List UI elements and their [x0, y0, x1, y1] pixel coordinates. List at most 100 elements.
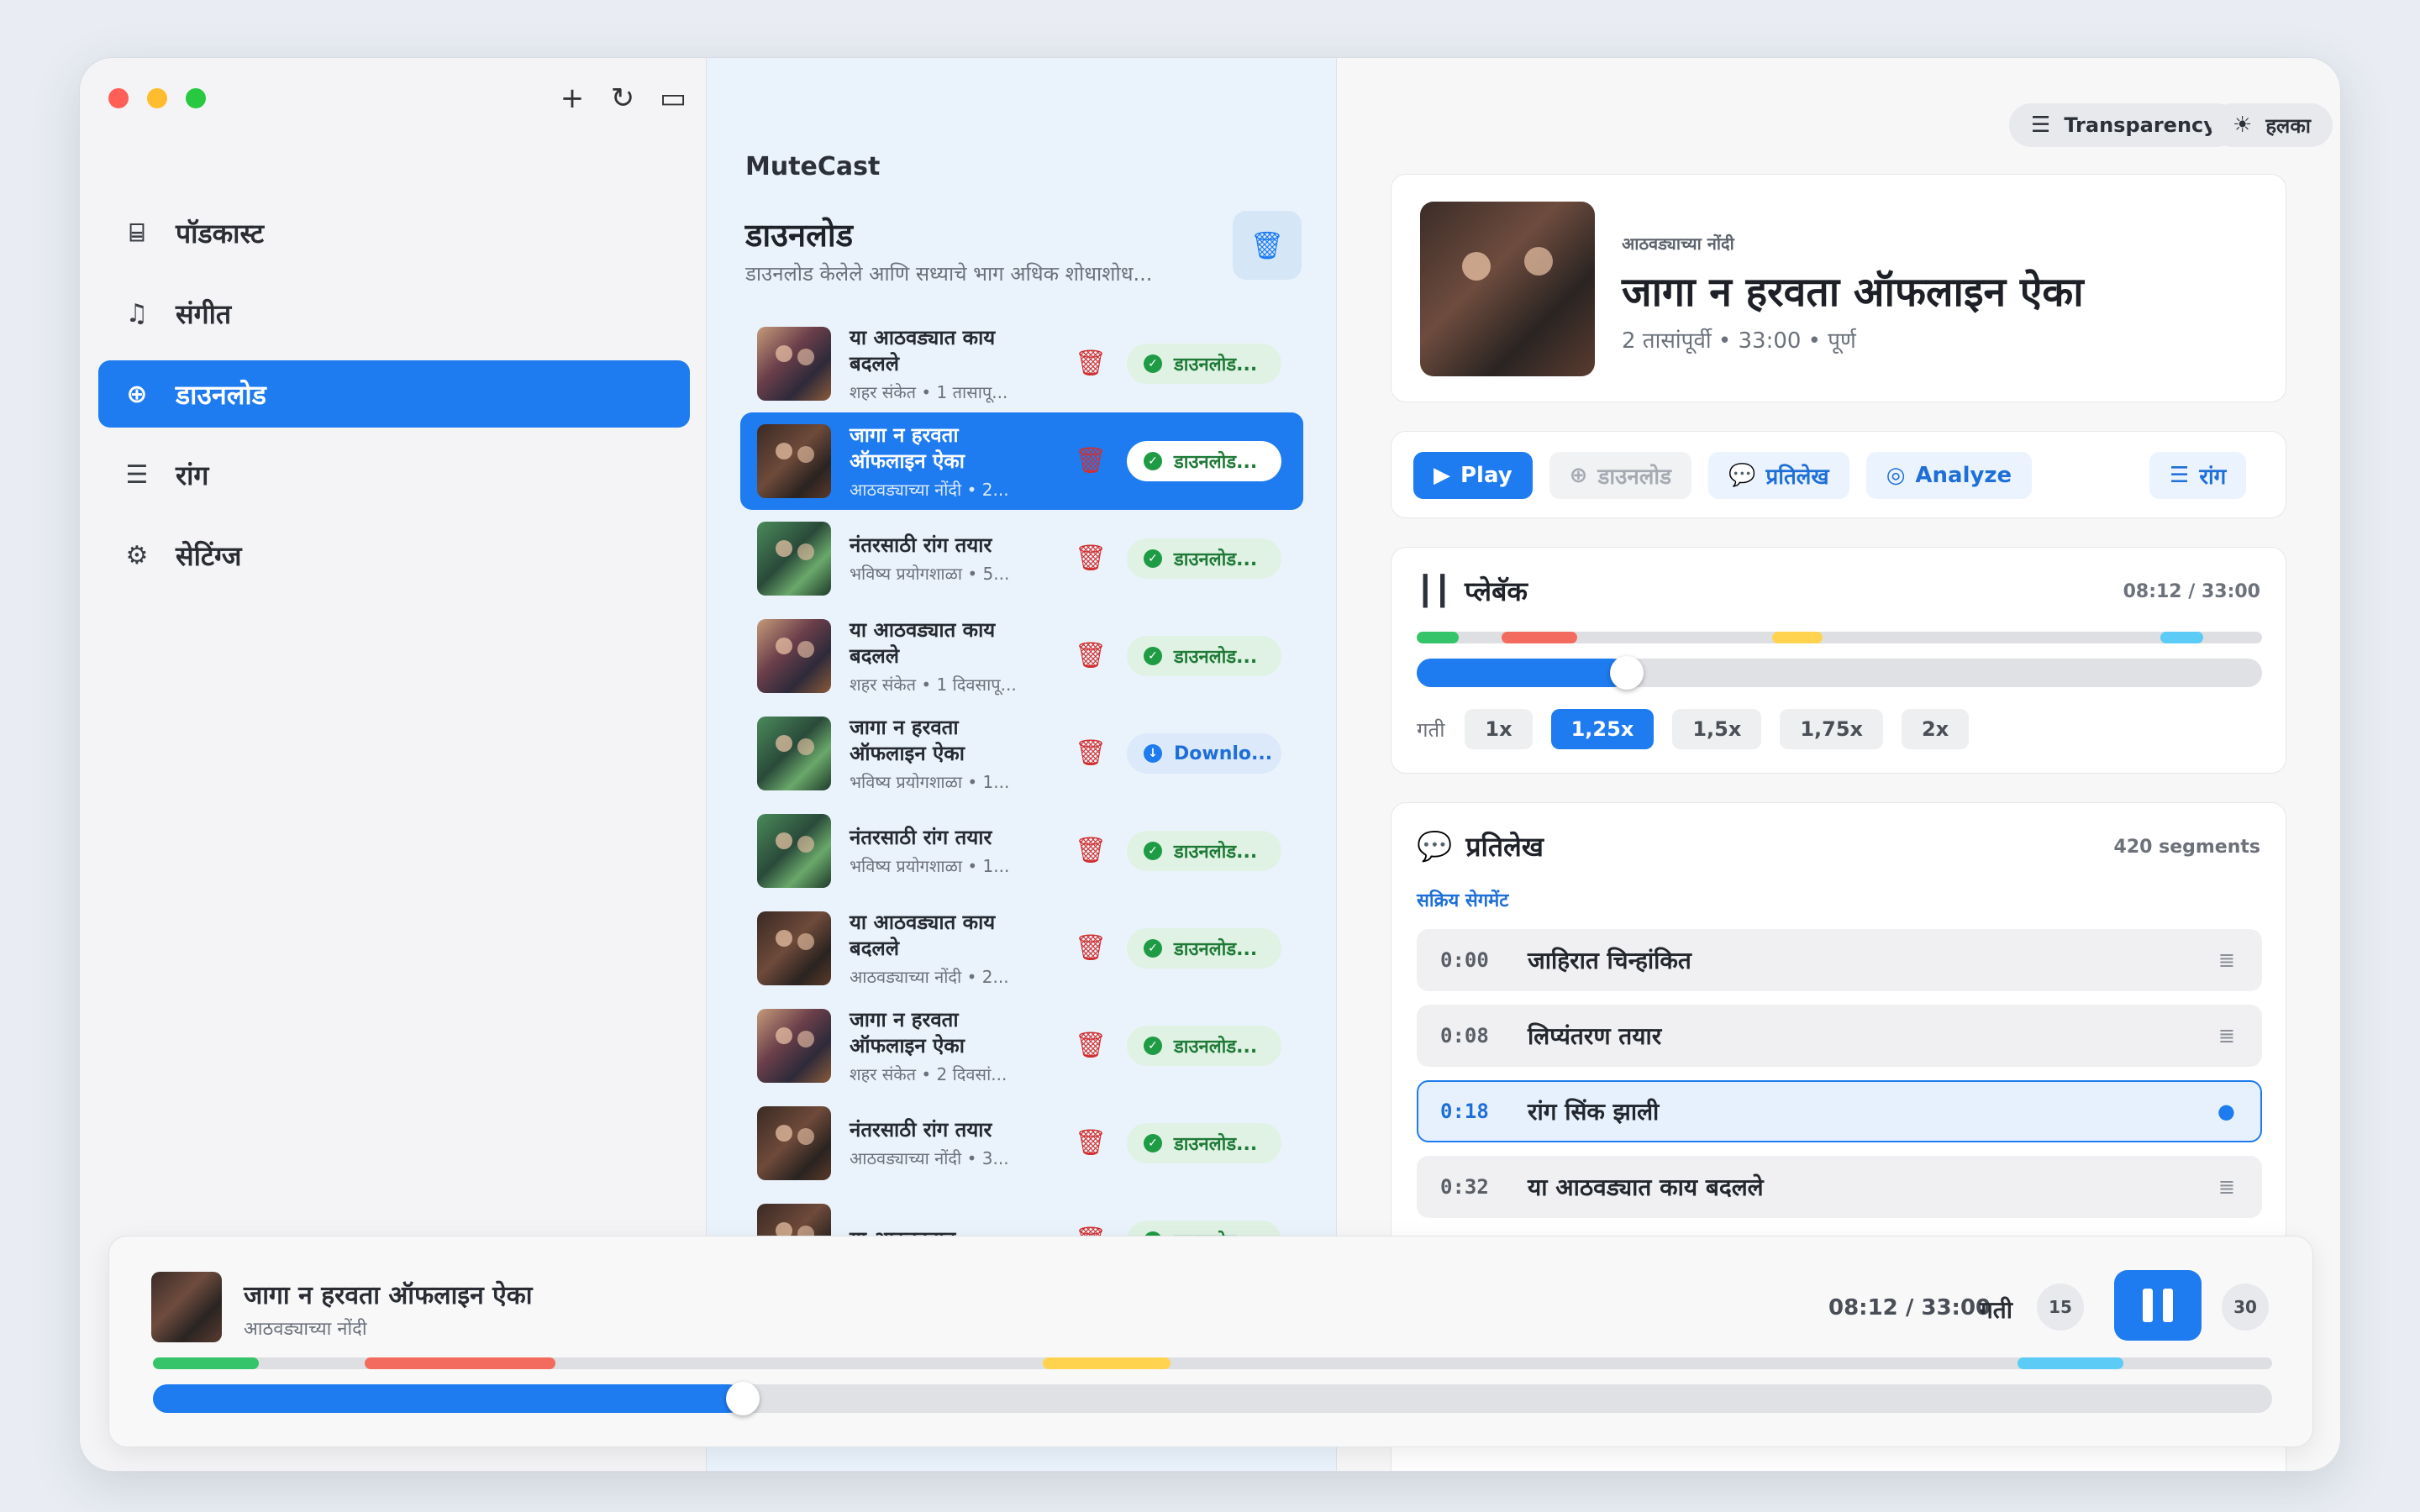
player-chapter-markers[interactable] — [153, 1357, 2272, 1369]
segment-note-icon[interactable]: ≣ — [2218, 1175, 2235, 1199]
active-segment-link[interactable]: सक्रिय सेगमेंट — [1417, 887, 1508, 912]
episode-show: आठवड्याच्या नोंदी — [1622, 234, 1734, 254]
speed-option[interactable]: 1,25x — [1550, 709, 1655, 749]
speed-option[interactable]: 1,5x — [1672, 709, 1762, 749]
theme-button[interactable]: ☀ हलका — [2211, 103, 2333, 147]
check-circle-icon: ✓ — [1144, 1037, 1162, 1055]
status-label: डाउनलोड... — [1174, 1037, 1258, 1058]
speed-option[interactable]: 1,75x — [1780, 709, 1884, 749]
status-label: डाउनलोड... — [1174, 452, 1258, 473]
chapter-markers[interactable] — [1417, 632, 2262, 643]
episode-row-meta: भविष्य प्रयोगशाळा • 1... — [850, 771, 1010, 792]
trash-icon[interactable]: 🗑 — [1075, 1128, 1107, 1158]
sidebar-item-podcast[interactable]: ⌸ पॉडकास्ट — [98, 199, 690, 266]
zoom-window-button[interactable] — [186, 88, 206, 108]
add-icon[interactable]: + — [555, 81, 589, 115]
episode-row[interactable]: जागा न हरवता ऑफलाइन ऐका शहर संकेत • 2 दिव… — [740, 997, 1303, 1095]
trash-icon[interactable]: 🗑 — [1075, 446, 1107, 475]
speed-option[interactable]: 1x — [1465, 709, 1533, 749]
episode-row[interactable]: नंतरसाठी रांग तयार भविष्य प्रयोगशाळा • 1.… — [740, 802, 1303, 900]
chapter-marker — [2160, 632, 2203, 643]
trash-icon[interactable]: 🗑 — [1075, 738, 1107, 768]
sidebar-toggle-icon[interactable]: ▭ — [656, 81, 690, 115]
queue-label: रांग — [2199, 465, 2227, 490]
play-button[interactable]: ▶ Play — [1413, 452, 1533, 499]
close-window-button[interactable] — [108, 88, 129, 108]
segment-time: 0:08 — [1440, 1024, 1489, 1047]
speech-bubble-icon: 💬 — [1728, 463, 1756, 488]
check-circle-icon: ✓ — [1144, 842, 1162, 860]
player-progress-fill — [153, 1384, 744, 1413]
refresh-icon[interactable]: ↻ — [606, 81, 639, 115]
chapter-marker — [1771, 632, 1823, 643]
segment-time: 0:18 — [1440, 1100, 1489, 1123]
status-label: Downlo... — [1174, 743, 1273, 764]
episode-row[interactable]: नंतरसाठी रांग तयार भविष्य प्रयोगशाळा • 5.… — [740, 510, 1303, 607]
sidebar-item-queue[interactable]: ☰ रांग — [98, 441, 690, 508]
episode-row[interactable]: या आठवड्यात काय बदलले शहर संकेत • 1 तासाप… — [740, 315, 1303, 412]
playback-slider-knob[interactable] — [1609, 656, 1644, 690]
trash-icon[interactable]: 🗑 — [1075, 543, 1107, 573]
download-status-badge: ✓ डाउनलोड... — [1127, 928, 1281, 969]
queue-button[interactable]: ☰ रांग — [2149, 452, 2247, 499]
sun-icon: ☀ — [2233, 113, 2253, 138]
episode-row-meta: शहर संकेत • 1 तासापू... — [850, 381, 1008, 402]
trash-icon[interactable]: 🗑 — [1075, 349, 1107, 378]
sidebar-item-label: डाउनलोड — [176, 378, 266, 411]
transparency-button[interactable]: ☰ Transparency — [2009, 103, 2238, 147]
minimize-window-button[interactable] — [147, 88, 167, 108]
episode-row[interactable]: जागा न हरवता ऑफलाइन ऐका भविष्य प्रयोगशाळा… — [740, 705, 1303, 802]
transcript-segment[interactable]: 0:32 या आठवड्यात काय बदलले ≣ — [1417, 1156, 2262, 1218]
episode-row-title: जागा न हरवता ऑफलाइन ऐका — [850, 715, 965, 765]
segment-note-icon[interactable]: ≣ — [2218, 948, 2235, 972]
episode-thumbnail — [757, 619, 831, 693]
status-label: डाउनलोड... — [1174, 647, 1258, 668]
player-time: 08:12 / 33:00 — [1828, 1295, 1991, 1320]
window-controls — [108, 88, 206, 108]
skip-forward-button[interactable]: 30 — [2222, 1284, 2269, 1331]
player-progress-slider[interactable] — [153, 1382, 2272, 1415]
episode-row-title: या आठवड्यात काय बदलले — [850, 325, 996, 375]
episode-row[interactable]: या आठवड्यात काय बदलले शहर संकेत • 1 दिवसा… — [740, 607, 1303, 705]
sidebar-item-download[interactable]: ⊕ डाउनलोड — [98, 360, 690, 428]
gear-icon: ⚙ — [125, 540, 149, 570]
sidebar-item-music[interactable]: ♫ संगीत — [98, 280, 690, 347]
clear-downloads-button[interactable]: 🗑 — [1233, 211, 1302, 280]
episode-thumbnail — [757, 1009, 831, 1083]
transcript-title: प्रतिलेख — [1465, 831, 1544, 863]
transcript-segment[interactable]: 0:18 रांग सिंक झाली ● — [1417, 1080, 2262, 1142]
segment-text: रांग सिंक झाली — [1528, 1098, 1660, 1126]
trash-icon[interactable]: 🗑 — [1075, 933, 1107, 963]
download-arrow-icon: ↓ — [1144, 744, 1162, 763]
download-button[interactable]: ⊕ डाउनलोड — [1549, 452, 1692, 499]
episode-row[interactable]: जागा न हरवता ऑफलाइन ऐका आठवड्याच्या नोंदी… — [740, 412, 1303, 510]
episode-list: या आठवड्यात काय बदलले शहर संकेत • 1 तासाप… — [740, 315, 1303, 1387]
playback-slider[interactable] — [1417, 656, 2262, 690]
active-segment-icon[interactable]: ● — [2217, 1100, 2235, 1123]
sidebar-item-label: पॉडकास्ट — [176, 217, 265, 249]
analyze-button[interactable]: ◎ Analyze — [1865, 452, 2033, 499]
playback-title: प्लेबॅक — [1464, 575, 1528, 607]
app-window: + ↻ ▭ ⌸ पॉडकास्ट ♫ संगीत ⊕ डाउनलोड ☰ रांग ⚙ सेटिं… — [79, 57, 2341, 1472]
episode-artwork — [1420, 202, 1595, 376]
episode-row-meta: भविष्य प्रयोगशाळा • 1... — [850, 856, 1010, 876]
sidebar-item-gear[interactable]: ⚙ सेटिंग्ज — [98, 522, 690, 589]
episode-row[interactable]: या आठवड्यात काय बदलले आठवड्याच्या नोंदी •… — [740, 900, 1303, 997]
transcript-segment[interactable]: 0:08 लिप्यंतरण तयार ≣ — [1417, 1005, 2262, 1067]
segment-note-icon[interactable]: ≣ — [2218, 1024, 2235, 1047]
trash-icon[interactable]: 🗑 — [1075, 836, 1107, 865]
sidebar-nav: ⌸ पॉडकास्ट ♫ संगीत ⊕ डाउनलोड ☰ रांग ⚙ सेटिंग्ज — [98, 199, 690, 602]
segment-text: या आठवड्यात काय बदलले — [1528, 1173, 1764, 1201]
trash-icon[interactable]: 🗑 — [1075, 1031, 1107, 1060]
speed-option[interactable]: 2x — [1902, 709, 1970, 749]
episode-row[interactable]: नंतरसाठी रांग तयार आठवड्याच्या नोंदी • 3.… — [740, 1095, 1303, 1192]
trash-icon[interactable]: 🗑 — [1075, 641, 1107, 670]
transcript-segment[interactable]: 0:00 जाहिरात चिन्हांकित ≣ — [1417, 929, 2262, 991]
pause-button[interactable] — [2114, 1270, 2202, 1341]
transcript-button[interactable]: 💬 प्रतिलेख — [1708, 452, 1849, 499]
waveform-icon: ┃┃ — [1417, 574, 1451, 608]
episode-row-meta: आठवड्याच्या नोंदी • 2... — [850, 479, 1009, 500]
player-speed-button[interactable]: गती — [1980, 1294, 2012, 1326]
skip-back-button[interactable]: 15 — [2037, 1284, 2084, 1331]
player-slider-knob[interactable] — [726, 1382, 760, 1415]
